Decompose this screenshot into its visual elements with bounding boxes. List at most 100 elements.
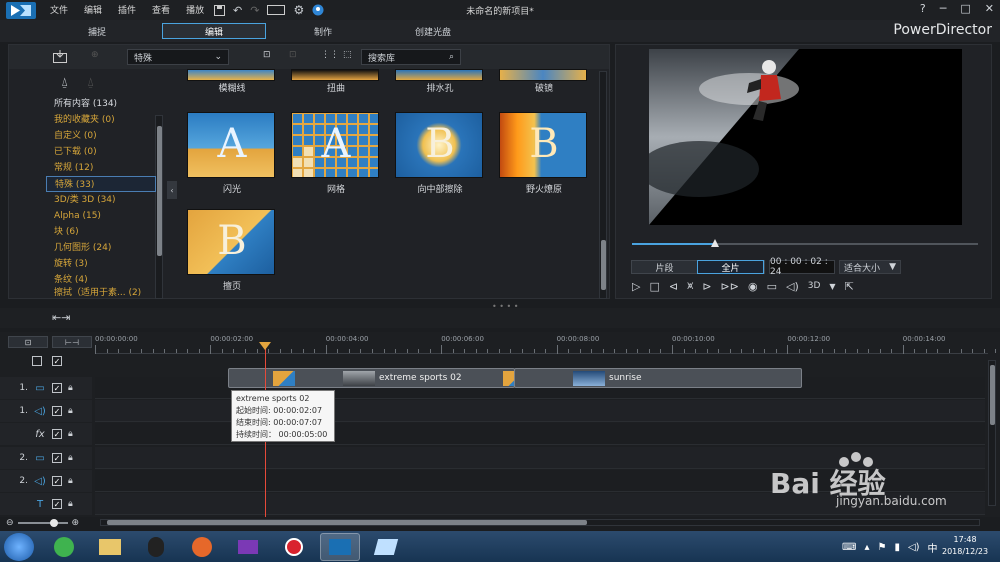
360-browser-icon[interactable] <box>44 533 84 561</box>
category-custom[interactable]: 自定义 (0) <box>46 128 156 144</box>
play-icon[interactable]: ▷ <box>632 280 640 293</box>
thumb-wildfire[interactable]: B 野火燎原 <box>499 112 589 195</box>
start-button[interactable] <box>4 533 34 561</box>
search-icon[interactable]: ⌕ <box>449 52 454 62</box>
tab-capture[interactable]: 捕捉 <box>52 23 142 39</box>
prev-frame-icon[interactable]: ⊲ <box>669 280 678 293</box>
transition-marker-icon[interactable] <box>273 371 295 386</box>
master-select-all[interactable] <box>32 356 42 366</box>
category-downloaded[interactable]: 已下载 (0) <box>46 144 156 160</box>
chevron-down-icon[interactable]: ▼ <box>829 282 835 291</box>
menu-play[interactable]: 播放 <box>186 3 204 16</box>
aspect-ratio-icon[interactable] <box>267 5 286 15</box>
category-geometric[interactable]: 几何图形 (24) <box>46 240 156 256</box>
tab-produce[interactable]: 制作 <box>278 23 368 39</box>
tab-edit[interactable]: 编辑 <box>162 23 266 39</box>
speaker-icon[interactable]: ◁) <box>908 542 920 553</box>
thumb-twist[interactable]: 扭曲 <box>291 69 381 94</box>
timeline-vscroll[interactable] <box>988 360 996 506</box>
account-icon[interactable] <box>312 4 324 16</box>
recorder-icon[interactable] <box>274 533 314 561</box>
scroll-thumb[interactable] <box>107 520 587 525</box>
timeline-ruler[interactable]: 00:00:00:00 00:00:02:00 00:00:04:00 00:00:0… <box>95 334 997 354</box>
lock-icon[interactable]: 🔒︎ <box>68 383 73 393</box>
lock-icon[interactable]: 🔒︎ <box>68 499 73 509</box>
thumb-flash[interactable]: A 闪光 <box>187 112 277 195</box>
qq-icon[interactable] <box>136 533 176 561</box>
track-enable-checkbox[interactable]: ✓ <box>52 406 62 416</box>
timeline-clip[interactable]: sunrise <box>514 368 802 388</box>
track-enable-checkbox[interactable]: ✓ <box>52 383 62 393</box>
file-explorer-icon[interactable] <box>90 533 130 561</box>
lock-icon[interactable]: 🔒︎ <box>68 429 73 439</box>
category-stripe[interactable]: 条纹 (4) <box>46 272 156 288</box>
menu-view[interactable]: 查看 <box>152 3 170 16</box>
undo-icon[interactable]: ↶ <box>233 4 242 17</box>
track-enable-checkbox[interactable]: ✓ <box>52 429 62 439</box>
snapshot-icon[interactable]: ◉ <box>748 280 758 293</box>
stop-icon[interactable]: □ <box>649 280 659 293</box>
master-enable-checkbox[interactable]: ✓ <box>52 356 62 366</box>
firefox-icon[interactable] <box>182 533 222 561</box>
fast-forward-icon[interactable]: ⊳⊳ <box>721 280 739 293</box>
next-frame-icon[interactable]: ⊳ <box>702 280 711 293</box>
category-rotate[interactable]: 旋转 (3) <box>46 256 156 272</box>
help-button[interactable]: ? <box>920 2 926 15</box>
settings-gear-icon[interactable]: ⚙ <box>293 3 304 17</box>
track-enable-checkbox[interactable]: ✓ <box>52 453 62 463</box>
add-favorite-icon[interactable]: ⍙ <box>61 75 68 90</box>
library-scrollbar[interactable] <box>599 71 607 299</box>
network-icon[interactable]: ▮ <box>894 542 900 553</box>
timecode-display[interactable]: 00 : 00 : 02 : 24 <box>769 257 835 277</box>
flag-icon[interactable]: ⚑ <box>877 542 886 553</box>
minimize-icon[interactable]: ─ <box>940 2 947 15</box>
menu-plugins[interactable]: 插件 <box>118 3 136 16</box>
tray-expand-icon[interactable]: ▴ <box>864 542 869 553</box>
thumb-page-flip[interactable]: B 擅页 <box>187 209 277 292</box>
fit-timeline-icon[interactable]: ⇤⇥ <box>52 311 70 324</box>
category-select[interactable]: 特殊 ⌄ <box>127 49 229 65</box>
volume-icon[interactable]: ◁) <box>786 280 799 293</box>
clock[interactable]: 17:48 2018/12/23 <box>942 534 988 558</box>
notepad-icon[interactable] <box>366 533 406 561</box>
thumb-blur-line[interactable]: 模糊线 <box>187 69 277 94</box>
timeline-view-icon[interactable]: ⊡ <box>8 336 48 348</box>
scroll-thumb[interactable] <box>157 126 162 256</box>
powerdirector-taskbar-icon[interactable] <box>320 533 360 561</box>
scroll-thumb[interactable] <box>601 240 606 290</box>
grid-view-icon[interactable]: ⋮⋮ <box>321 50 339 60</box>
category-alpha[interactable]: Alpha (15) <box>46 208 156 224</box>
category-favorites[interactable]: 我的收藏夹 (0) <box>46 112 156 128</box>
menu-file[interactable]: 文件 <box>50 3 68 16</box>
close-icon[interactable]: ✕ <box>985 2 994 15</box>
undock-icon[interactable]: ⇱ <box>845 280 854 293</box>
lock-icon[interactable]: 🔒︎ <box>68 476 73 486</box>
clip-mode-button[interactable]: 片段 <box>632 260 697 274</box>
video-app-icon[interactable] <box>228 533 268 561</box>
category-scrollbar[interactable] <box>155 115 163 299</box>
movie-mode-button[interactable]: 全片 <box>697 260 764 274</box>
category-wipe[interactable]: 擦拭（适用于素... (2) <box>46 288 156 298</box>
tab-create-disc[interactable]: 创建光盘 <box>388 23 478 39</box>
save-icon[interactable] <box>214 4 225 16</box>
collapse-panel-icon[interactable]: ‹ <box>167 181 177 199</box>
track-enable-checkbox[interactable]: ✓ <box>52 476 62 486</box>
zoom-out-icon[interactable]: ⊖ <box>6 518 14 528</box>
thumb-wipe-center[interactable]: B 向中部擦除 <box>395 112 485 195</box>
keyboard-icon[interactable]: ⌨ <box>842 542 856 553</box>
category-special[interactable]: 特殊 (33) <box>46 176 156 192</box>
timeline-clip[interactable]: extreme sports 02 <box>228 368 525 388</box>
category-general[interactable]: 常规 (12) <box>46 160 156 176</box>
zoom-in-icon[interactable]: ⊕ <box>72 518 80 528</box>
thumb-grid[interactable]: A 网格 <box>291 112 381 195</box>
category-block[interactable]: 块 (6) <box>46 224 156 240</box>
redo-icon[interactable]: ↷ <box>250 4 259 17</box>
expand-icon[interactable]: ⬚ <box>343 50 352 60</box>
track-lane[interactable] <box>95 400 985 422</box>
scroll-thumb[interactable] <box>990 365 995 425</box>
ime-icon[interactable]: 中 <box>928 540 938 555</box>
track-enable-checkbox[interactable]: ✓ <box>52 499 62 509</box>
split-icon[interactable]: ⩙ <box>687 279 693 293</box>
lock-icon[interactable]: 🔒︎ <box>68 453 73 463</box>
thumb-drain[interactable]: 排水孔 <box>395 69 485 94</box>
